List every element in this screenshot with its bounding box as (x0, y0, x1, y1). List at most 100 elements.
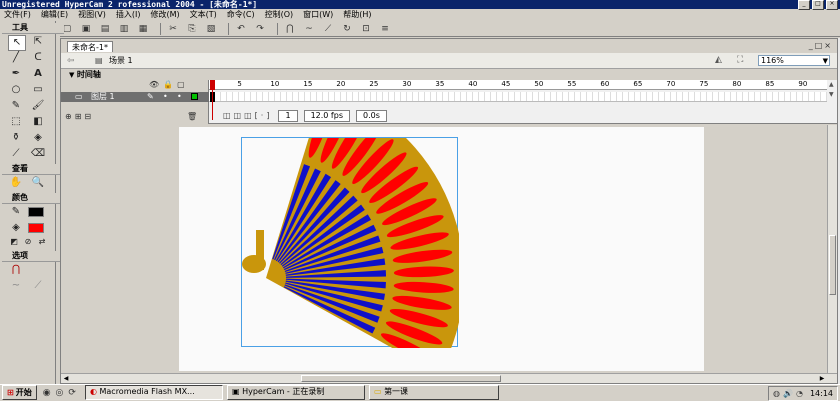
taskbar-item-hypercam[interactable]: ▣ HyperCam - 正在录制 (226, 385, 365, 400)
straighten-icon[interactable]: ⟋ (321, 22, 335, 35)
align-icon[interactable]: ≡ (378, 22, 392, 35)
frame-cells[interactable] (209, 92, 827, 102)
layer-row[interactable]: ▭ 图层 1 ✎ • • (61, 92, 209, 102)
print-preview-icon[interactable]: ▦ (136, 22, 150, 35)
horizontal-scrollbar[interactable]: ◀ ▶ (61, 373, 837, 383)
onion-skin-icons[interactable]: ◫◫◫[·] (223, 110, 272, 122)
subselect-tool-icon[interactable]: ⇱ (30, 35, 46, 49)
timeline-panel: ▼ 时间轴 👁🔒▢ ▭ 图层 1 ✎ • • ⊕⊞⊟ 🗑 15101520253… (61, 70, 837, 124)
text-tool-icon[interactable]: A (30, 67, 46, 81)
horizontal-scroll-thumb[interactable] (301, 375, 501, 382)
lock-dot-icon[interactable]: • (177, 92, 182, 102)
menu-item-9[interactable]: 帮助(H) (343, 9, 371, 21)
delete-layer-icon[interactable]: 🗑 (187, 112, 197, 121)
stroke-pencil-icon: ✎ (11, 206, 21, 217)
menu-item-4[interactable]: 修改(M) (150, 9, 179, 21)
menu-item-3[interactable]: 插入(I) (116, 9, 141, 21)
vertical-scroll-thumb[interactable] (829, 235, 836, 295)
snap-magnet-icon[interactable]: ⋂ (8, 263, 24, 277)
ink-bottle-tool-icon[interactable]: ⚱ (8, 131, 24, 145)
elapsed-time: 0.0s (355, 110, 387, 122)
visibility-dot-icon[interactable]: • (163, 92, 168, 102)
undo-icon[interactable]: ↶ (234, 22, 248, 35)
vertical-scrollbar[interactable] (827, 125, 837, 373)
timeline-scroll-arrows[interactable]: ▲ ▼ (829, 80, 837, 124)
fan-artwork[interactable] (242, 88, 464, 374)
fan-artwork-selection[interactable] (241, 88, 464, 374)
free-transform-tool-icon[interactable]: ⬚ (8, 115, 24, 129)
edit-scene-icon[interactable]: ⛶ (737, 55, 743, 65)
snap-magnet-icon[interactable]: ⋂ (283, 22, 297, 35)
zoom-select[interactable]: 116% ▼ (758, 55, 830, 66)
frame-tick-label: 75 (699, 80, 709, 88)
rotate-icon[interactable]: ↻ (340, 22, 354, 35)
paste-icon[interactable]: ▧ (204, 22, 218, 35)
pen-tool-icon[interactable]: ✒ (8, 67, 24, 81)
hand-tool-icon[interactable]: ✋ (8, 176, 24, 190)
eraser-tool-icon[interactable]: ⌫ (30, 147, 46, 161)
redo-icon[interactable]: ↷ (253, 22, 267, 35)
save-icon[interactable]: ▤ (98, 22, 112, 35)
smooth-option-icon[interactable]: ~ (8, 279, 24, 293)
menu-item-7[interactable]: 控制(O) (265, 9, 294, 21)
document-tab[interactable]: 未命名-1* (67, 41, 113, 52)
current-frame: 1 (278, 110, 298, 122)
zoom-tool-icon[interactable]: 🔍 (30, 176, 46, 190)
line-tool-icon[interactable]: ╱ (8, 51, 24, 65)
stage[interactable] (179, 88, 704, 374)
frame-tick-label: 5 (237, 80, 242, 88)
straighten-option-icon[interactable]: ⟋ (30, 279, 46, 293)
timeline-header[interactable]: ▼ 时间轴 (61, 70, 837, 80)
layer-icon: ▭ (75, 92, 83, 101)
taskbar-item-flash[interactable]: ◐ Macromedia Flash MX... (84, 385, 223, 400)
menu-item-5[interactable]: 文本(T) (190, 9, 217, 21)
frame-ruler[interactable]: 151015202530354045505560657075808590 (209, 80, 827, 90)
back-arrow-icon[interactable]: ⇦ (67, 56, 75, 66)
oval-tool-icon[interactable]: ○ (8, 83, 24, 97)
swap-colors-icon[interactable]: ⇄ (34, 235, 50, 249)
lasso-tool-icon[interactable]: ᑕ (30, 51, 46, 65)
paint-bucket-tool-icon[interactable]: ◈ (30, 131, 46, 145)
layer-header-icons[interactable]: 👁🔒▢ (149, 80, 189, 89)
brush-tool-icon[interactable]: 🖌 (30, 99, 46, 113)
collapse-triangle-icon: ▼ (69, 71, 77, 79)
cut-icon[interactable]: ✂ (166, 22, 180, 35)
menu-bar: 文件(F) 编辑(E) 视图(V) 插入(I) 修改(M) 文本(T) 命令(C) 控制(O)… (0, 9, 840, 21)
scroll-right-arrow-icon[interactable]: ▶ (817, 374, 827, 383)
menu-item-6[interactable]: 命令(C) (227, 9, 255, 21)
menu-item-2[interactable]: 视图(V) (78, 9, 106, 21)
view-section-label: 查看 (2, 164, 64, 175)
scene-label[interactable]: 场景 1 (109, 55, 133, 67)
open-folder-icon[interactable]: ▣ (79, 22, 93, 35)
document-window-controls[interactable]: _□× (809, 41, 833, 51)
stage-area (61, 88, 837, 374)
fill-transform-tool-icon[interactable]: ◧ (30, 115, 46, 129)
fill-color-swatch[interactable] (28, 223, 44, 233)
scale-icon[interactable]: ⊡ (359, 22, 373, 35)
taskbar: ⊞ 开始 ◉◎⟳ ◐ Macromedia Flash MX... ▣ Hype… (0, 384, 840, 401)
playhead-icon[interactable] (210, 80, 215, 90)
clock: 14:14 (809, 388, 833, 398)
start-button[interactable]: ⊞ 开始 (2, 385, 37, 400)
quick-launch-icons[interactable]: ◉◎⟳ (43, 388, 81, 398)
taskbar-item-folder[interactable]: ▭ 第一课 (368, 385, 499, 400)
outline-color-swatch[interactable] (191, 93, 198, 100)
tray-icons[interactable]: ◍🔊◔ (773, 388, 806, 400)
smooth-icon[interactable]: ~ (302, 22, 316, 35)
stroke-color-swatch[interactable] (28, 207, 44, 217)
scroll-left-arrow-icon[interactable]: ◀ (61, 374, 71, 383)
eyedropper-tool-icon[interactable]: ⟋ (8, 147, 24, 161)
print-icon[interactable]: ▥ (117, 22, 131, 35)
edit-symbols-icon[interactable]: ◭ (715, 55, 722, 65)
menu-item-0[interactable]: 文件(F) (4, 9, 31, 21)
menu-item-8[interactable]: 窗口(W) (303, 9, 333, 21)
add-layer-icons[interactable]: ⊕⊞⊟ (65, 112, 94, 121)
arrow-tool-icon[interactable]: ↖ (8, 35, 26, 51)
pencil-tool-icon[interactable]: ✎ (8, 99, 24, 113)
zoom-value: 116% (761, 56, 784, 65)
timeline-status-bar: ◫◫◫[·] 1 12.0 fps 0.0s (223, 110, 827, 122)
menu-item-1[interactable]: 编辑(E) (41, 9, 68, 21)
rectangle-tool-icon[interactable]: ▭ (30, 83, 46, 97)
edit-pencil-icon: ✎ (147, 92, 154, 101)
copy-icon[interactable]: ⎘ (185, 22, 199, 35)
